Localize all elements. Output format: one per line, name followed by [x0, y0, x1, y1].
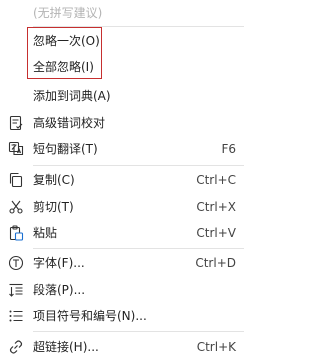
proofread-icon [7, 114, 25, 132]
menu-divider [33, 165, 244, 166]
bullets-numbering-item[interactable]: 项目符号和编号(N)... [0, 303, 250, 329]
menu-item-shortcut: Ctrl+X [196, 200, 236, 214]
ignore-all-item[interactable]: 全部忽略(I) [0, 54, 250, 80]
no-spelling-suggestion: (无拼写建议) [0, 0, 250, 26]
ignore-once-item[interactable]: 忽略一次(O) [0, 28, 250, 54]
menu-item-label: 剪切(T) [33, 200, 74, 214]
menu-item-shortcut: Ctrl+C [196, 173, 236, 187]
menu-item-label: 粘贴 [33, 226, 58, 240]
menu-item-shortcut: Ctrl+K [196, 340, 236, 354]
paragraph-item[interactable]: 段落(P)... [0, 277, 250, 303]
translate-item[interactable]: 短句翻译(T) F6 [0, 136, 250, 162]
paste-icon [7, 224, 25, 242]
menu-item-label: 超链接(H)... [33, 340, 99, 354]
menu-divider [33, 331, 244, 332]
menu-divider [33, 248, 244, 249]
menu-item-label: 短句翻译(T) [33, 142, 98, 156]
menu-item-label: 项目符号和编号(N)... [33, 309, 147, 323]
link-icon [7, 338, 25, 356]
bullets-icon [7, 307, 25, 325]
menu-item-shortcut: Ctrl+D [195, 256, 236, 270]
copy-item[interactable]: 复制(C) Ctrl+C [0, 167, 250, 193]
menu-item-label: (无拼写建议) [33, 6, 103, 20]
menu-item-label: 全部忽略(I) [33, 60, 94, 74]
paste-item[interactable]: 粘贴 Ctrl+V [0, 220, 250, 246]
copy-icon [7, 171, 25, 189]
menu-item-label: 添加到词典(A) [33, 89, 111, 103]
font-icon [7, 254, 25, 272]
font-item[interactable]: 字体(F)... Ctrl+D [0, 250, 250, 276]
advanced-proofread-item[interactable]: 高级错词校对 [0, 110, 250, 136]
cut-item[interactable]: 剪切(T) Ctrl+X [0, 194, 250, 220]
menu-item-label: 忽略一次(O) [33, 34, 100, 48]
translate-icon [7, 140, 25, 158]
hyperlink-item[interactable]: 超链接(H)... Ctrl+K [0, 334, 250, 360]
add-to-dictionary-item[interactable]: 添加到词典(A) [0, 83, 250, 109]
scissors-icon [7, 198, 25, 216]
paragraph-icon [7, 281, 25, 299]
menu-item-label: 复制(C) [33, 173, 75, 187]
menu-item-label: 段落(P)... [33, 283, 86, 297]
menu-item-label: 高级错词校对 [33, 116, 106, 130]
menu-item-shortcut: Ctrl+V [196, 226, 236, 240]
menu-item-label: 字体(F)... [33, 256, 85, 270]
context-menu: (无拼写建议) 忽略一次(O) 全部忽略(I) 添加到词典(A) 高级错词校对 [0, 0, 250, 360]
menu-item-shortcut: F6 [221, 142, 236, 156]
